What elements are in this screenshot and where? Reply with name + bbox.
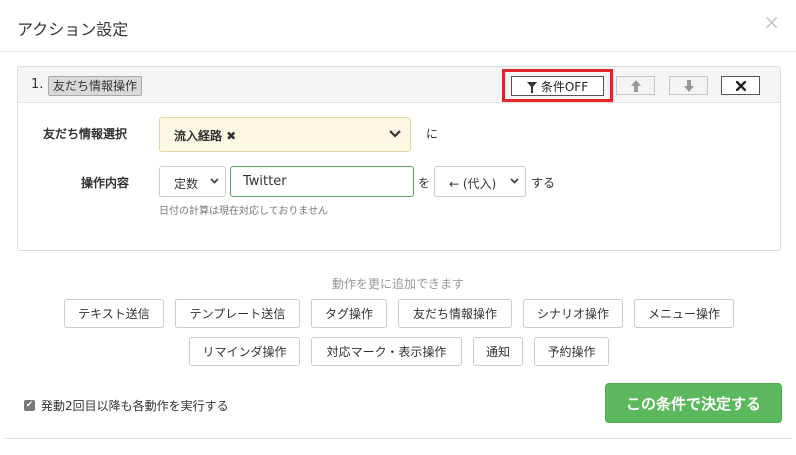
chevron-down-icon xyxy=(510,174,519,187)
friend-info-select-label: 友だち情報選択 xyxy=(43,127,128,141)
friend-info-select-value: 流入経路 ✖ xyxy=(174,129,237,143)
modal-header: アクション設定 × xyxy=(0,0,796,52)
friend-info-suffix: に xyxy=(426,127,439,141)
condition-toggle-label: 条件OFF xyxy=(540,79,589,94)
bottom-divider xyxy=(5,438,793,439)
move-down-button[interactable] xyxy=(669,76,708,95)
chevron-down-icon xyxy=(389,125,401,142)
add-notification-button[interactable]: 通知 xyxy=(473,337,523,366)
add-reminder-operation-button[interactable]: リマインダ操作 xyxy=(189,337,300,366)
operation-label: 操作内容 xyxy=(81,176,130,190)
value-input[interactable]: Twitter xyxy=(230,166,414,197)
modal-title: アクション設定 xyxy=(17,20,129,39)
value-type-select-value: 定数 xyxy=(174,177,199,191)
filter-icon xyxy=(526,82,537,93)
delete-action-button[interactable] xyxy=(721,76,760,95)
condition-toggle-button[interactable]: 条件OFF xyxy=(511,76,604,96)
action-panel-header: 1. 友だち情報操作 条件OFF xyxy=(18,67,780,103)
value-type-select[interactable]: 定数 xyxy=(159,166,226,197)
arrow-up-icon xyxy=(630,79,641,92)
add-mark-display-operation-button[interactable]: 対応マーク・表示操作 xyxy=(311,337,462,366)
connector-text: を xyxy=(418,176,431,190)
action-type-badge: 友だち情報操作 xyxy=(48,76,143,96)
operator-select[interactable]: ← (代入) xyxy=(434,166,526,197)
add-action-label: 動作を更に追加できます xyxy=(331,277,464,291)
action-panel: 1. 友だち情報操作 条件OFF 友だち情報選択 流入経路 ✖ に 操作内容 定… xyxy=(17,66,781,251)
action-number: 1. xyxy=(31,77,44,92)
add-reservation-operation-button[interactable]: 予約操作 xyxy=(534,337,609,366)
operator-select-value: ← (代入) xyxy=(449,177,497,191)
move-up-button[interactable] xyxy=(616,76,655,95)
repeat-option[interactable]: ✔ 発動2回目以降も各動作を実行する xyxy=(24,397,229,414)
close-icon xyxy=(735,80,746,91)
submit-condition-button[interactable]: この条件で決定する xyxy=(605,383,782,423)
add-tag-operation-button[interactable]: タグ操作 xyxy=(311,299,387,328)
add-menu-operation-button[interactable]: メニュー操作 xyxy=(634,299,734,328)
arrow-down-icon xyxy=(683,79,694,92)
add-friend-info-operation-button[interactable]: 友だち情報操作 xyxy=(398,299,512,328)
add-scenario-operation-button[interactable]: シナリオ操作 xyxy=(523,299,623,328)
add-template-send-button[interactable]: テンプレート送信 xyxy=(175,299,300,328)
chevron-down-icon xyxy=(210,174,219,187)
repeat-checkbox[interactable]: ✔ xyxy=(24,400,35,411)
repeat-label: 発動2回目以降も各動作を実行する xyxy=(41,399,229,413)
date-calc-hint: 日付の計算は現在対応しておりません xyxy=(159,206,329,217)
close-icon[interactable]: × xyxy=(763,12,780,32)
add-text-send-button[interactable]: テキスト送信 xyxy=(64,299,164,328)
operator-suffix: する xyxy=(531,176,556,190)
friend-info-select[interactable]: 流入経路 ✖ xyxy=(159,117,411,152)
